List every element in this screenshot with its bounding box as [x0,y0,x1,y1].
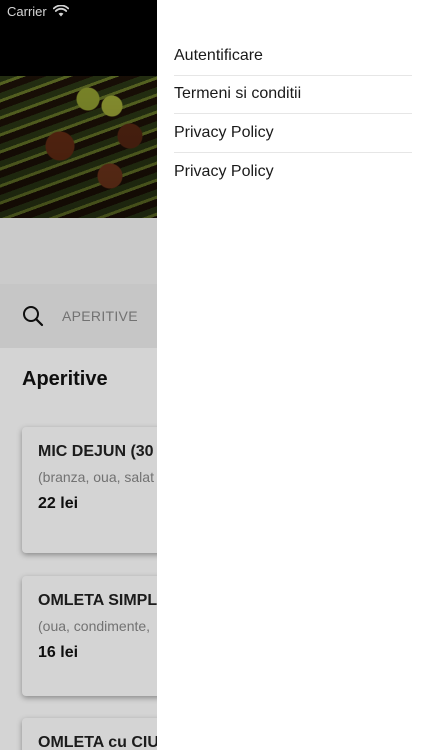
drawer-item-autentificare[interactable]: Autentificare [174,37,412,76]
drawer-item-termeni-si-conditii[interactable]: Termeni si conditii [174,76,412,114]
side-drawer: Autentificare Termeni si conditii Privac… [157,0,422,750]
drawer-menu: Autentificare Termeni si conditii Privac… [174,37,412,191]
drawer-item-privacy-policy[interactable]: Privacy Policy [174,114,412,153]
drawer-item-privacy-policy[interactable]: Privacy Policy [174,153,412,192]
